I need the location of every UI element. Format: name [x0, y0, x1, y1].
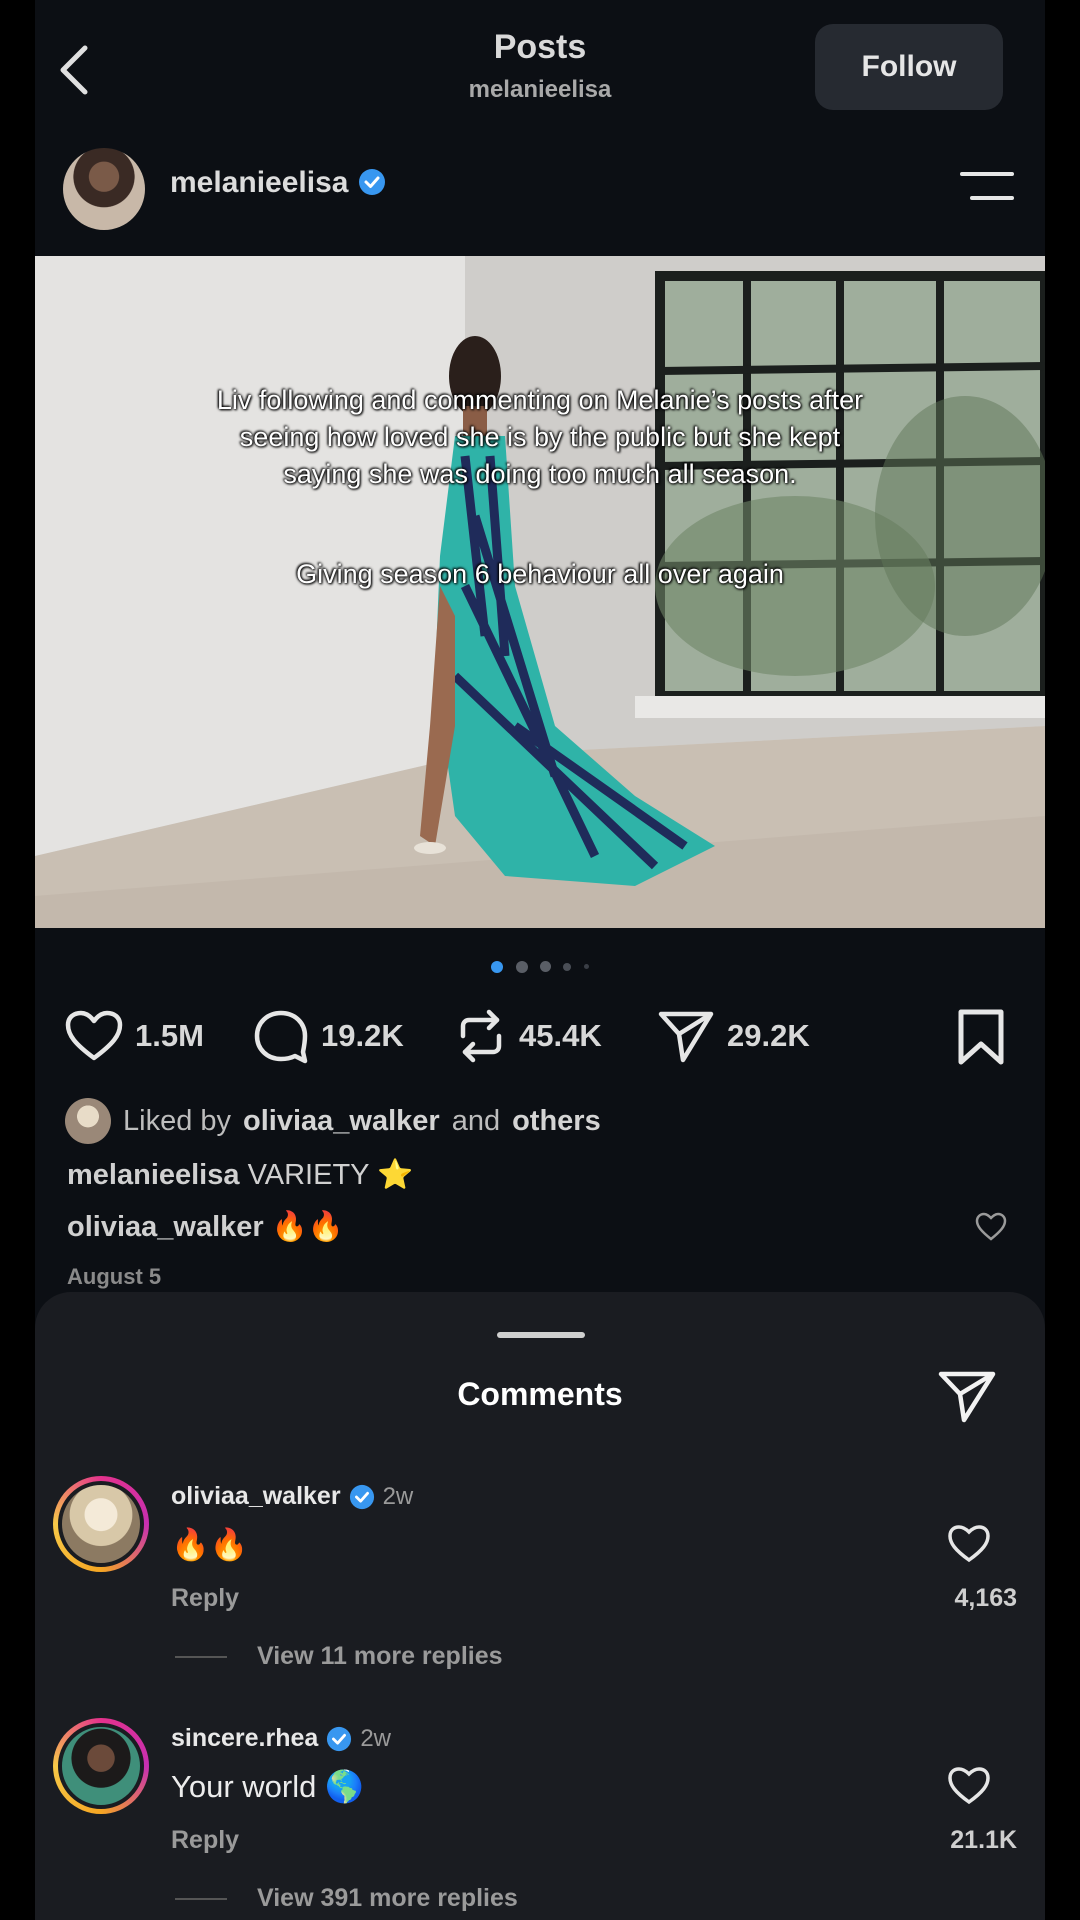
- comment-action[interactable]: 19.2K: [253, 1008, 404, 1064]
- comment-heart-icon[interactable]: [947, 1524, 991, 1564]
- post-date: August 5: [67, 1264, 162, 1289]
- comment-username[interactable]: sincere.rhea: [171, 1724, 318, 1753]
- share-count: 29.2K: [727, 1018, 810, 1053]
- post-image[interactable]: Liv following and commenting on Melanie’…: [35, 256, 1045, 928]
- top-comment-heart-icon[interactable]: [975, 1212, 1007, 1242]
- repost-action[interactable]: 45.4K: [455, 1008, 602, 1064]
- liked-by-prefix: Liked by: [123, 1104, 232, 1137]
- author-username[interactable]: melanieelisa: [170, 166, 348, 199]
- view-more-replies-label[interactable]: View 391 more replies: [257, 1884, 518, 1913]
- sheet-drag-handle[interactable]: [497, 1332, 585, 1338]
- caption-username[interactable]: melanieelisa: [67, 1159, 240, 1191]
- carousel-dot: [540, 961, 551, 973]
- comment-count: 19.2K: [321, 1018, 404, 1053]
- comment-text: Your world 🌎: [171, 1769, 364, 1804]
- view-more-replies-label[interactable]: View 11 more replies: [257, 1642, 503, 1671]
- repost-icon[interactable]: [455, 1008, 507, 1064]
- comments-sheet: Comments oliviaa_walker 2w 🔥🔥 Reply View…: [35, 1292, 1045, 1920]
- comment-time: 2w: [382, 1482, 414, 1510]
- overlay-line: seeing how loved she is by the public bu…: [239, 422, 841, 452]
- overlay-line: Giving season 6 behaviour all over again: [296, 559, 784, 589]
- overlay-caption: Liv following and commenting on Melanie’…: [35, 382, 1045, 493]
- comment-bubble-icon[interactable]: [253, 1008, 309, 1064]
- verified-badge-icon: [349, 1484, 374, 1509]
- like-count: 1.5M: [135, 1018, 204, 1053]
- follow-button[interactable]: Follow: [815, 24, 1003, 110]
- carousel-dot: [563, 962, 572, 971]
- comment-heart-icon[interactable]: [947, 1766, 991, 1806]
- share-action[interactable]: 29.2K: [657, 1008, 810, 1064]
- menu-icon[interactable]: [960, 172, 1014, 202]
- liked-by-others[interactable]: others: [512, 1105, 601, 1138]
- comment-like-count: 21.1K: [950, 1826, 1017, 1854]
- comment-time: 2w: [360, 1724, 392, 1752]
- repost-count: 45.4K: [519, 1018, 602, 1053]
- send-icon[interactable]: [657, 1008, 715, 1064]
- comment-avatar[interactable]: [53, 1718, 149, 1814]
- overlay-line: Liv following and commenting on Melanie’…: [216, 385, 864, 415]
- view-more-replies[interactable]: View 391 more replies: [175, 1884, 518, 1913]
- comment-avatar[interactable]: [53, 1476, 149, 1572]
- caption-text: VARIETY ⭐: [247, 1159, 414, 1191]
- liker-avatar: [65, 1098, 111, 1144]
- comment-like-count: 4,163: [954, 1584, 1017, 1612]
- overlay-line: saying she was doing too much all season…: [283, 459, 797, 489]
- top-comment-username[interactable]: oliviaa_walker: [67, 1211, 264, 1243]
- author-avatar[interactable]: [63, 148, 145, 230]
- reply-button[interactable]: Reply: [171, 1826, 239, 1855]
- comment-header: oliviaa_walker 2w: [171, 1482, 413, 1511]
- carousel-dot: [583, 964, 589, 970]
- like-action[interactable]: 1.5M: [65, 1008, 204, 1064]
- send-icon[interactable]: [937, 1368, 997, 1424]
- carousel-indicator: [35, 958, 1045, 976]
- view-more-replies[interactable]: View 11 more replies: [175, 1642, 503, 1671]
- liked-by-user[interactable]: oliviaa_walker: [243, 1105, 440, 1138]
- carousel-dot: [515, 960, 528, 973]
- author-username-row[interactable]: melanieelisa: [170, 166, 386, 200]
- comment-header: sincere.rhea 2w: [171, 1724, 391, 1753]
- top-comment-text: 🔥🔥: [271, 1211, 344, 1243]
- reply-button[interactable]: Reply: [171, 1584, 239, 1613]
- carousel-dot: [491, 960, 504, 973]
- liked-by-row[interactable]: Liked by oliviaa_walker and others: [65, 1098, 601, 1144]
- liked-by-middle: and: [451, 1104, 501, 1137]
- top-comment: oliviaa_walker 🔥🔥: [67, 1210, 344, 1244]
- comments-title: Comments: [457, 1376, 623, 1412]
- overlay-caption-2: Giving season 6 behaviour all over again: [35, 556, 1045, 593]
- verified-badge-icon: [359, 169, 386, 195]
- comment-text: 🔥🔥: [171, 1527, 249, 1562]
- bookmark-icon[interactable]: [955, 1008, 1007, 1066]
- post-screen: Posts melanieelisa Follow melanieelisa L…: [35, 0, 1045, 1920]
- comment-username[interactable]: oliviaa_walker: [171, 1482, 341, 1511]
- heart-icon[interactable]: [65, 1010, 123, 1062]
- caption: melanieelisa VARIETY ⭐: [67, 1158, 413, 1192]
- verified-badge-icon: [327, 1726, 352, 1751]
